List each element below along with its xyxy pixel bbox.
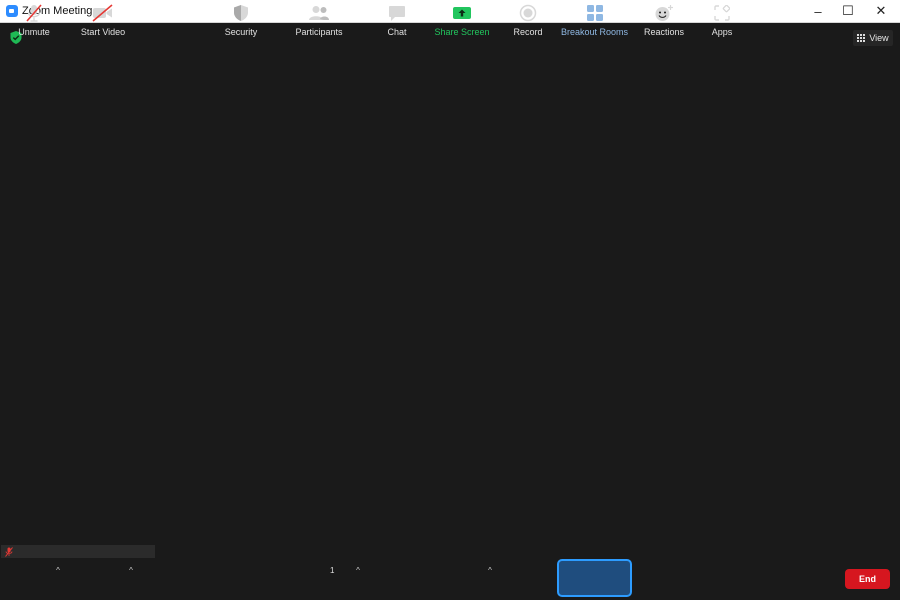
mic-muted-icon [26,4,42,22]
share-screen-icon [453,7,471,19]
end-meeting-button[interactable]: End [845,569,890,589]
share-screen-button[interactable]: Share Screen [434,0,490,42]
record-label: Record [513,27,543,37]
breakout-rooms-highlight [557,559,632,597]
security-label: Security [224,27,258,37]
security-button[interactable]: Security [221,0,261,42]
record-button[interactable]: Record [510,0,546,42]
video-stage [1,23,899,558]
breakout-rooms-label: Breakout Rooms [560,27,629,37]
apps-button[interactable]: Apps [706,0,738,42]
view-label: View [869,33,889,43]
apps-label: Apps [711,27,733,37]
grid-icon [857,34,866,42]
share-screen-label: Share Screen [434,27,490,37]
participants-icon [309,6,329,20]
start-video-button[interactable]: Start Video [78,0,128,42]
maximize-button[interactable]: ☐ [833,0,863,22]
video-options-caret[interactable]: ^ [127,567,135,575]
participant-name-strip [1,545,155,559]
audio-options-caret[interactable]: ^ [54,567,62,575]
view-button[interactable]: View [853,30,893,46]
security-shield-icon [234,5,248,21]
participants-options-caret[interactable]: ^ [354,567,362,575]
record-icon [519,4,537,22]
chat-icon [389,5,405,21]
unmute-label: Unmute [18,27,50,37]
apps-icon [714,5,730,21]
mic-muted-small-icon [5,547,13,557]
meeting-toolbar [1,558,899,600]
participant-count: 1 [330,566,335,575]
chat-label: Chat [387,27,407,37]
minimize-button[interactable]: – [803,0,833,22]
reactions-button[interactable]: Reactions [642,0,686,42]
reactions-icon [655,5,673,21]
unmute-button[interactable]: Unmute [14,0,54,42]
breakout-rooms-button[interactable]: Breakout Rooms [559,0,630,42]
start-video-label: Start Video [80,27,126,37]
video-off-icon [92,4,113,22]
participants-label: Participants [295,27,343,37]
close-button[interactable]: ✕ [866,0,896,22]
reactions-label: Reactions [643,27,685,37]
participants-button[interactable]: Participants [294,0,344,42]
chat-button[interactable]: Chat [380,0,414,42]
breakout-rooms-icon [586,5,603,21]
share-options-caret[interactable]: ^ [486,567,494,575]
